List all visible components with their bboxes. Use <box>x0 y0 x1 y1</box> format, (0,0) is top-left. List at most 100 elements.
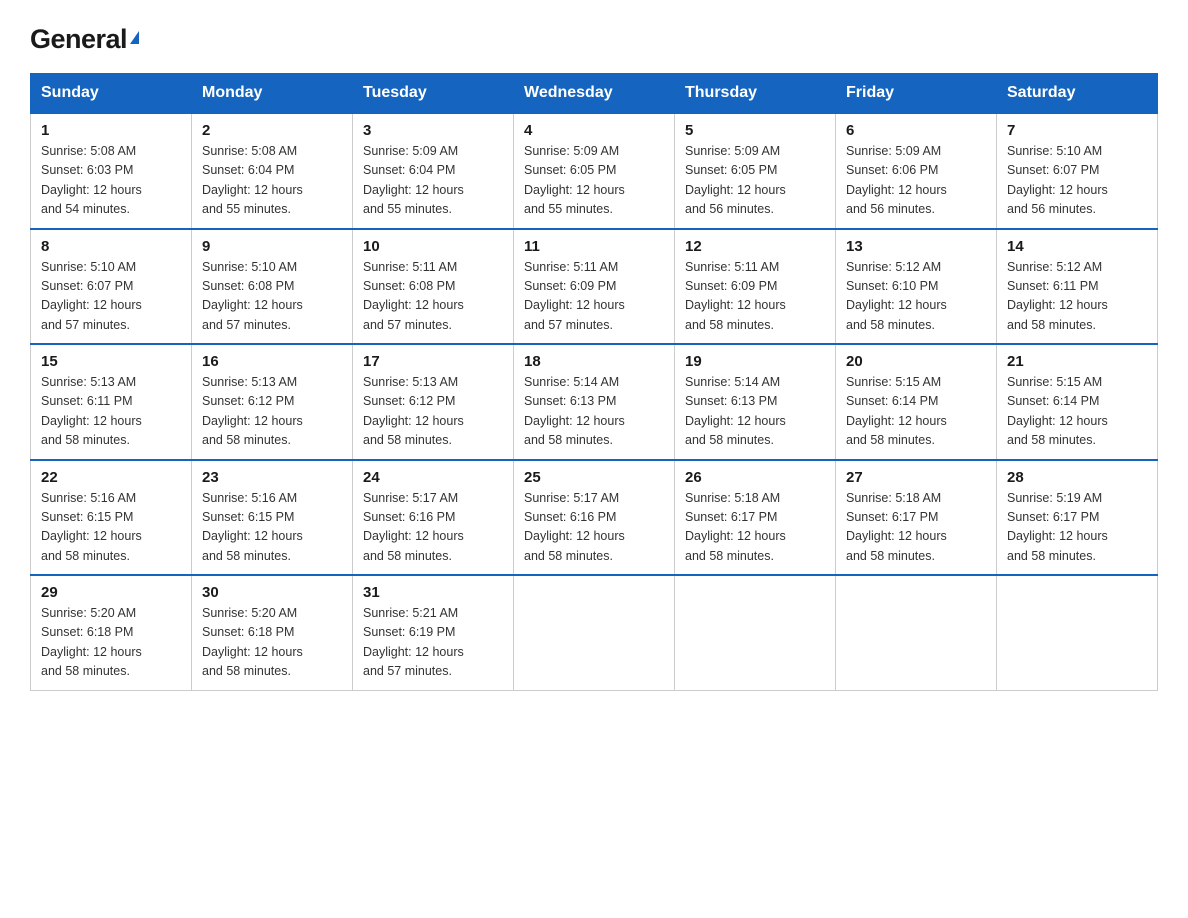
calendar-cell: 20 Sunrise: 5:15 AMSunset: 6:14 PMDaylig… <box>836 344 997 460</box>
logo: General <box>30 24 139 55</box>
day-info: Sunrise: 5:18 AMSunset: 6:17 PMDaylight:… <box>685 491 786 563</box>
page-header: General <box>30 24 1158 55</box>
day-info: Sunrise: 5:16 AMSunset: 6:15 PMDaylight:… <box>41 491 142 563</box>
day-number: 17 <box>363 353 503 370</box>
day-info: Sunrise: 5:08 AMSunset: 6:04 PMDaylight:… <box>202 144 303 216</box>
day-info: Sunrise: 5:12 AMSunset: 6:11 PMDaylight:… <box>1007 260 1108 332</box>
calendar-cell: 13 Sunrise: 5:12 AMSunset: 6:10 PMDaylig… <box>836 229 997 345</box>
day-number: 4 <box>524 122 664 139</box>
column-header-tuesday: Tuesday <box>353 74 514 114</box>
column-header-sunday: Sunday <box>31 74 192 114</box>
calendar-cell: 3 Sunrise: 5:09 AMSunset: 6:04 PMDayligh… <box>353 113 514 229</box>
calendar-cell: 5 Sunrise: 5:09 AMSunset: 6:05 PMDayligh… <box>675 113 836 229</box>
day-info: Sunrise: 5:09 AMSunset: 6:05 PMDaylight:… <box>524 144 625 216</box>
day-info: Sunrise: 5:17 AMSunset: 6:16 PMDaylight:… <box>363 491 464 563</box>
calendar-week-row: 22 Sunrise: 5:16 AMSunset: 6:15 PMDaylig… <box>31 460 1158 576</box>
day-info: Sunrise: 5:20 AMSunset: 6:18 PMDaylight:… <box>202 606 303 678</box>
logo-triangle-icon <box>130 31 139 44</box>
day-info: Sunrise: 5:15 AMSunset: 6:14 PMDaylight:… <box>846 375 947 447</box>
day-number: 2 <box>202 122 342 139</box>
calendar-cell: 25 Sunrise: 5:17 AMSunset: 6:16 PMDaylig… <box>514 460 675 576</box>
day-number: 15 <box>41 353 181 370</box>
calendar-cell: 30 Sunrise: 5:20 AMSunset: 6:18 PMDaylig… <box>192 575 353 690</box>
day-info: Sunrise: 5:14 AMSunset: 6:13 PMDaylight:… <box>685 375 786 447</box>
calendar-cell: 2 Sunrise: 5:08 AMSunset: 6:04 PMDayligh… <box>192 113 353 229</box>
day-number: 31 <box>363 584 503 601</box>
day-info: Sunrise: 5:11 AMSunset: 6:09 PMDaylight:… <box>685 260 786 332</box>
day-info: Sunrise: 5:09 AMSunset: 6:05 PMDaylight:… <box>685 144 786 216</box>
day-number: 3 <box>363 122 503 139</box>
day-info: Sunrise: 5:10 AMSunset: 6:07 PMDaylight:… <box>41 260 142 332</box>
day-number: 27 <box>846 469 986 486</box>
day-number: 16 <box>202 353 342 370</box>
day-number: 22 <box>41 469 181 486</box>
calendar-week-row: 29 Sunrise: 5:20 AMSunset: 6:18 PMDaylig… <box>31 575 1158 690</box>
day-info: Sunrise: 5:08 AMSunset: 6:03 PMDaylight:… <box>41 144 142 216</box>
day-info: Sunrise: 5:11 AMSunset: 6:08 PMDaylight:… <box>363 260 464 332</box>
day-number: 25 <box>524 469 664 486</box>
day-number: 14 <box>1007 238 1147 255</box>
calendar-cell: 16 Sunrise: 5:13 AMSunset: 6:12 PMDaylig… <box>192 344 353 460</box>
calendar-cell: 22 Sunrise: 5:16 AMSunset: 6:15 PMDaylig… <box>31 460 192 576</box>
day-info: Sunrise: 5:09 AMSunset: 6:04 PMDaylight:… <box>363 144 464 216</box>
column-header-wednesday: Wednesday <box>514 74 675 114</box>
calendar-cell: 24 Sunrise: 5:17 AMSunset: 6:16 PMDaylig… <box>353 460 514 576</box>
day-info: Sunrise: 5:18 AMSunset: 6:17 PMDaylight:… <box>846 491 947 563</box>
day-number: 19 <box>685 353 825 370</box>
day-number: 28 <box>1007 469 1147 486</box>
day-number: 18 <box>524 353 664 370</box>
calendar-cell <box>675 575 836 690</box>
day-number: 12 <box>685 238 825 255</box>
day-number: 26 <box>685 469 825 486</box>
calendar-cell: 4 Sunrise: 5:09 AMSunset: 6:05 PMDayligh… <box>514 113 675 229</box>
day-info: Sunrise: 5:13 AMSunset: 6:12 PMDaylight:… <box>363 375 464 447</box>
column-header-saturday: Saturday <box>997 74 1158 114</box>
calendar-cell: 26 Sunrise: 5:18 AMSunset: 6:17 PMDaylig… <box>675 460 836 576</box>
day-number: 11 <box>524 238 664 255</box>
day-number: 7 <box>1007 122 1147 139</box>
day-number: 1 <box>41 122 181 139</box>
day-info: Sunrise: 5:10 AMSunset: 6:08 PMDaylight:… <box>202 260 303 332</box>
day-number: 5 <box>685 122 825 139</box>
calendar-cell: 7 Sunrise: 5:10 AMSunset: 6:07 PMDayligh… <box>997 113 1158 229</box>
calendar-cell: 29 Sunrise: 5:20 AMSunset: 6:18 PMDaylig… <box>31 575 192 690</box>
calendar-cell: 17 Sunrise: 5:13 AMSunset: 6:12 PMDaylig… <box>353 344 514 460</box>
calendar-cell: 23 Sunrise: 5:16 AMSunset: 6:15 PMDaylig… <box>192 460 353 576</box>
calendar-cell: 8 Sunrise: 5:10 AMSunset: 6:07 PMDayligh… <box>31 229 192 345</box>
day-number: 10 <box>363 238 503 255</box>
day-number: 9 <box>202 238 342 255</box>
day-info: Sunrise: 5:15 AMSunset: 6:14 PMDaylight:… <box>1007 375 1108 447</box>
calendar-cell <box>514 575 675 690</box>
day-number: 8 <box>41 238 181 255</box>
calendar-cell: 1 Sunrise: 5:08 AMSunset: 6:03 PMDayligh… <box>31 113 192 229</box>
day-info: Sunrise: 5:20 AMSunset: 6:18 PMDaylight:… <box>41 606 142 678</box>
day-number: 13 <box>846 238 986 255</box>
calendar-cell <box>836 575 997 690</box>
calendar-cell: 27 Sunrise: 5:18 AMSunset: 6:17 PMDaylig… <box>836 460 997 576</box>
day-number: 29 <box>41 584 181 601</box>
day-number: 24 <box>363 469 503 486</box>
day-info: Sunrise: 5:19 AMSunset: 6:17 PMDaylight:… <box>1007 491 1108 563</box>
column-header-friday: Friday <box>836 74 997 114</box>
calendar-week-row: 1 Sunrise: 5:08 AMSunset: 6:03 PMDayligh… <box>31 113 1158 229</box>
calendar-cell: 12 Sunrise: 5:11 AMSunset: 6:09 PMDaylig… <box>675 229 836 345</box>
calendar-week-row: 8 Sunrise: 5:10 AMSunset: 6:07 PMDayligh… <box>31 229 1158 345</box>
day-number: 21 <box>1007 353 1147 370</box>
day-info: Sunrise: 5:12 AMSunset: 6:10 PMDaylight:… <box>846 260 947 332</box>
day-number: 23 <box>202 469 342 486</box>
calendar-cell: 21 Sunrise: 5:15 AMSunset: 6:14 PMDaylig… <box>997 344 1158 460</box>
calendar-cell: 18 Sunrise: 5:14 AMSunset: 6:13 PMDaylig… <box>514 344 675 460</box>
day-info: Sunrise: 5:13 AMSunset: 6:12 PMDaylight:… <box>202 375 303 447</box>
day-info: Sunrise: 5:11 AMSunset: 6:09 PMDaylight:… <box>524 260 625 332</box>
logo-general-text: General <box>30 24 139 55</box>
calendar-cell: 14 Sunrise: 5:12 AMSunset: 6:11 PMDaylig… <box>997 229 1158 345</box>
column-header-thursday: Thursday <box>675 74 836 114</box>
calendar-cell: 6 Sunrise: 5:09 AMSunset: 6:06 PMDayligh… <box>836 113 997 229</box>
day-number: 6 <box>846 122 986 139</box>
day-info: Sunrise: 5:17 AMSunset: 6:16 PMDaylight:… <box>524 491 625 563</box>
calendar-week-row: 15 Sunrise: 5:13 AMSunset: 6:11 PMDaylig… <box>31 344 1158 460</box>
day-info: Sunrise: 5:13 AMSunset: 6:11 PMDaylight:… <box>41 375 142 447</box>
calendar-table: SundayMondayTuesdayWednesdayThursdayFrid… <box>30 73 1158 691</box>
calendar-cell <box>997 575 1158 690</box>
day-number: 30 <box>202 584 342 601</box>
